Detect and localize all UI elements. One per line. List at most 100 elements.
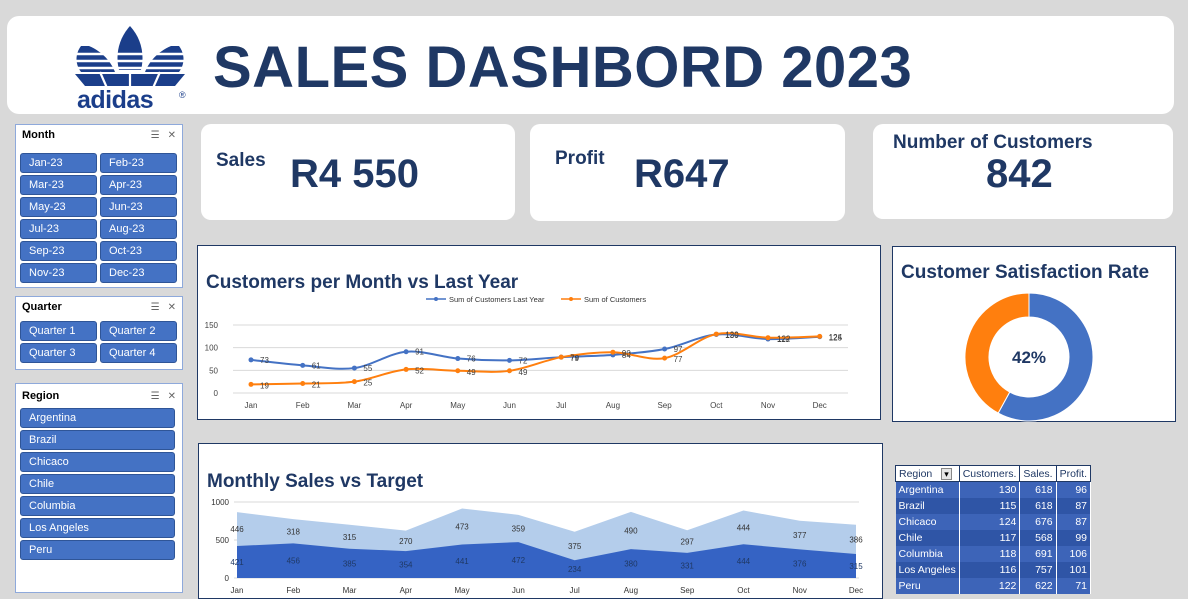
filter-dropdown-icon[interactable]: ▾ — [941, 467, 952, 480]
x-tick-label: Sep — [680, 586, 695, 595]
data-label: 444 — [737, 523, 751, 532]
data-label: 386 — [849, 535, 863, 544]
table-cell: 568 — [1019, 529, 1057, 546]
data-point — [248, 381, 254, 387]
multi-select-icon[interactable]: ☰ — [151, 391, 160, 402]
x-tick-label: Nov — [761, 401, 775, 410]
quarter-button-quarter-2[interactable]: Quarter 2 — [100, 321, 177, 341]
table-cell: 101 — [1056, 561, 1092, 578]
table-row: Columbia 118 691 106 — [895, 545, 1092, 562]
data-label: 315 — [343, 533, 357, 542]
y-tick-label: 50 — [209, 366, 218, 375]
month-button-aug-23[interactable]: Aug-23 — [100, 219, 177, 239]
data-label: 490 — [624, 527, 638, 536]
data-point — [610, 349, 616, 355]
month-button-jul-23[interactable]: Jul-23 — [20, 219, 97, 239]
region-button-chicaco[interactable]: Chicaco — [20, 452, 175, 472]
y-tick-label: 500 — [216, 536, 230, 545]
x-tick-label: Sep — [657, 401, 672, 410]
table-cell: 96 — [1056, 481, 1092, 498]
month-button-jun-23[interactable]: Jun-23 — [100, 197, 177, 217]
donut-center-label: 42% — [1012, 348, 1046, 367]
table-cell: 106 — [1056, 545, 1092, 562]
data-point — [662, 346, 668, 352]
sales-kpi-value: R4 550 — [290, 152, 419, 196]
data-label: 122 — [777, 335, 791, 344]
data-label: 359 — [512, 524, 526, 533]
data-label: 446 — [230, 525, 244, 534]
table-header[interactable]: Region ▾ — [895, 465, 960, 482]
clear-filter-icon[interactable]: ✕ — [168, 130, 176, 141]
table-cell: 691 — [1019, 545, 1057, 562]
region-button-peru[interactable]: Peru — [20, 540, 175, 560]
profit-kpi-card: Profit R647 — [530, 124, 845, 221]
month-button-nov-23[interactable]: Nov-23 — [20, 263, 97, 283]
logo-wordmark: adidas — [77, 86, 154, 114]
month-button-mar-23[interactable]: Mar-23 — [20, 175, 97, 195]
data-point — [507, 368, 512, 374]
data-point — [765, 335, 771, 341]
multi-select-icon[interactable]: ☰ — [151, 302, 160, 313]
clear-filter-icon[interactable]: ✕ — [168, 302, 176, 313]
data-label: 21 — [312, 380, 321, 389]
x-tick-label: Mar — [348, 401, 362, 410]
data-point — [662, 355, 668, 361]
data-label: 25 — [363, 379, 372, 388]
table-cell: Chicaco — [895, 513, 960, 530]
region-button-chile[interactable]: Chile — [20, 474, 175, 494]
sales-area-chart: Monthly Sales vs Target 0 500 1000 446 318 31… — [198, 443, 883, 599]
data-label: 441 — [455, 557, 469, 566]
data-label: 125 — [829, 333, 843, 342]
table-cell: 124 — [959, 513, 1021, 530]
data-label: 380 — [624, 560, 638, 569]
table-cell: Peru — [895, 577, 960, 594]
quarter-button-quarter-1[interactable]: Quarter 1 — [20, 321, 97, 341]
month-button-oct-23[interactable]: Oct-23 — [100, 241, 177, 261]
data-label: 91 — [415, 348, 424, 357]
x-tick-label: May — [455, 586, 470, 595]
quarter-button-quarter-3[interactable]: Quarter 3 — [20, 343, 97, 363]
month-button-dec-23[interactable]: Dec-23 — [100, 263, 177, 283]
data-label: 73 — [260, 356, 269, 365]
header-banner: adidas ® SALES DASHBORD 2023 — [7, 16, 1174, 114]
x-tick-label: Jan — [231, 586, 244, 595]
y-tick-label: 0 — [214, 389, 219, 398]
region-button-los-angeles[interactable]: Los Angeles — [20, 518, 175, 538]
profit-kpi-value: R647 — [634, 152, 730, 196]
y-tick-label: 100 — [205, 344, 219, 353]
table-cell: 71 — [1056, 577, 1092, 594]
data-point — [455, 356, 461, 362]
data-label: 90 — [622, 349, 631, 358]
clear-filter-icon[interactable]: ✕ — [168, 391, 176, 402]
month-button-feb-23[interactable]: Feb-23 — [100, 153, 177, 173]
table-cell: Argentina — [895, 481, 960, 498]
month-button-sep-23[interactable]: Sep-23 — [20, 241, 97, 261]
data-label: 79 — [570, 354, 579, 363]
customers-line-chart: Customers per Month vs Last Year 0 50 100 1… — [197, 245, 881, 420]
table-cell: 130 — [959, 481, 1021, 498]
table-cell: 122 — [959, 577, 1021, 594]
data-label: 354 — [399, 561, 413, 570]
legend-marker — [434, 297, 438, 301]
x-tick-label: Oct — [710, 401, 723, 410]
registered-mark: ® — [179, 90, 186, 100]
quarter-button-quarter-4[interactable]: Quarter 4 — [100, 343, 177, 363]
region-button-brazil[interactable]: Brazil — [20, 430, 175, 450]
region-button-argentina[interactable]: Argentina — [20, 408, 175, 428]
adidas-logo: adidas ® — [67, 24, 193, 114]
month-button-apr-23[interactable]: Apr-23 — [100, 175, 177, 195]
data-point — [507, 357, 512, 363]
region-slicer-title: Region — [22, 390, 60, 402]
region-pivot-table: Region ▾ Customers. Sales. Profit. Argentin… — [895, 465, 1092, 594]
donut-chart-svg: 42% — [964, 292, 1094, 422]
data-label: 270 — [399, 537, 413, 546]
month-button-jan-23[interactable]: Jan-23 — [20, 153, 97, 173]
month-button-may-23[interactable]: May-23 — [20, 197, 97, 217]
customers-kpi-card: Number of Customers 842 — [873, 124, 1173, 219]
region-button-columbia[interactable]: Columbia — [20, 496, 175, 516]
data-label: 61 — [312, 361, 321, 370]
data-label: 49 — [519, 368, 528, 377]
multi-select-icon[interactable]: ☰ — [151, 130, 160, 141]
table-row: Argentina 130 618 96 — [895, 481, 1092, 498]
customers-kpi-value: 842 — [986, 152, 1053, 196]
